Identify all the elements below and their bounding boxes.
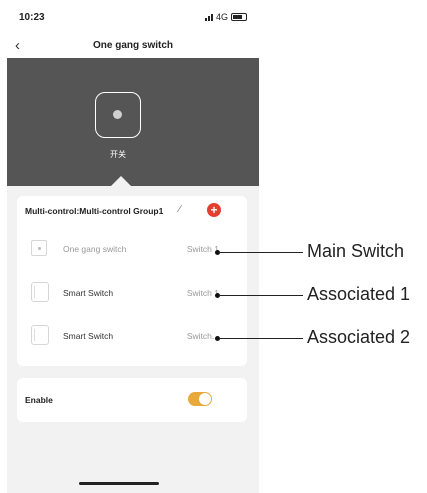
status-time: 10:23 — [19, 12, 45, 23]
add-device-button[interactable]: + — [207, 203, 221, 217]
callout-associated-1: Associated 1 — [307, 284, 411, 304]
edit-pencil-icon[interactable]: ∕ — [179, 204, 181, 215]
device-label: 开关 — [110, 150, 126, 159]
enable-card: Enable — [17, 378, 247, 422]
device-panel: 开关 — [7, 58, 259, 186]
multi-control-group-card: Multi-control:Multi-control Group1 ∕ + O… — [17, 196, 247, 366]
group-row-associated-2[interactable]: Smart Switch Switch... — [17, 319, 247, 355]
phone-screen: 10:23 4G ‹ One gang switch 开关 Multi-cont… — [7, 0, 259, 493]
callout-line-associated-2 — [219, 338, 303, 339]
network-type: 4G — [215, 12, 228, 22]
row-device-name: Smart Switch — [63, 331, 114, 341]
signal-icon — [204, 13, 213, 21]
row-switch-channel: Switch... — [186, 331, 219, 341]
panel-pointer — [111, 176, 131, 186]
home-indicator[interactable] — [79, 482, 159, 485]
status-bar: 10:23 4G — [7, 0, 259, 36]
row-device-name: One gang switch — [63, 244, 127, 254]
battery-icon — [231, 13, 247, 21]
enable-toggle[interactable] — [188, 392, 212, 406]
group-row-associated-1[interactable]: Smart Switch Switch 1 — [17, 276, 247, 312]
group-row-main[interactable]: One gang switch Switch 1 — [17, 232, 247, 268]
status-indicators: 4G — [204, 12, 247, 22]
callout-associated-2: Associated 2 — [307, 327, 411, 347]
callout-main-switch: Main Switch — [307, 241, 405, 261]
switch-device-icon — [31, 325, 49, 345]
group-title: Multi-control:Multi-control Group1 — [25, 206, 164, 216]
switch-device-icon — [31, 240, 47, 256]
enable-label: Enable — [25, 395, 53, 405]
toggle-knob — [199, 393, 211, 405]
callout-line-associated-1 — [219, 295, 303, 296]
switch-indicator-icon — [113, 110, 122, 119]
callout-line-main — [219, 252, 303, 253]
switch-device-icon — [31, 282, 49, 302]
row-switch-channel: Switch 1 — [186, 288, 219, 298]
nav-bar: ‹ One gang switch — [7, 36, 259, 58]
row-device-name: Smart Switch — [63, 288, 114, 298]
device-switch-button[interactable] — [95, 92, 141, 138]
page-title: One gang switch — [92, 40, 173, 51]
